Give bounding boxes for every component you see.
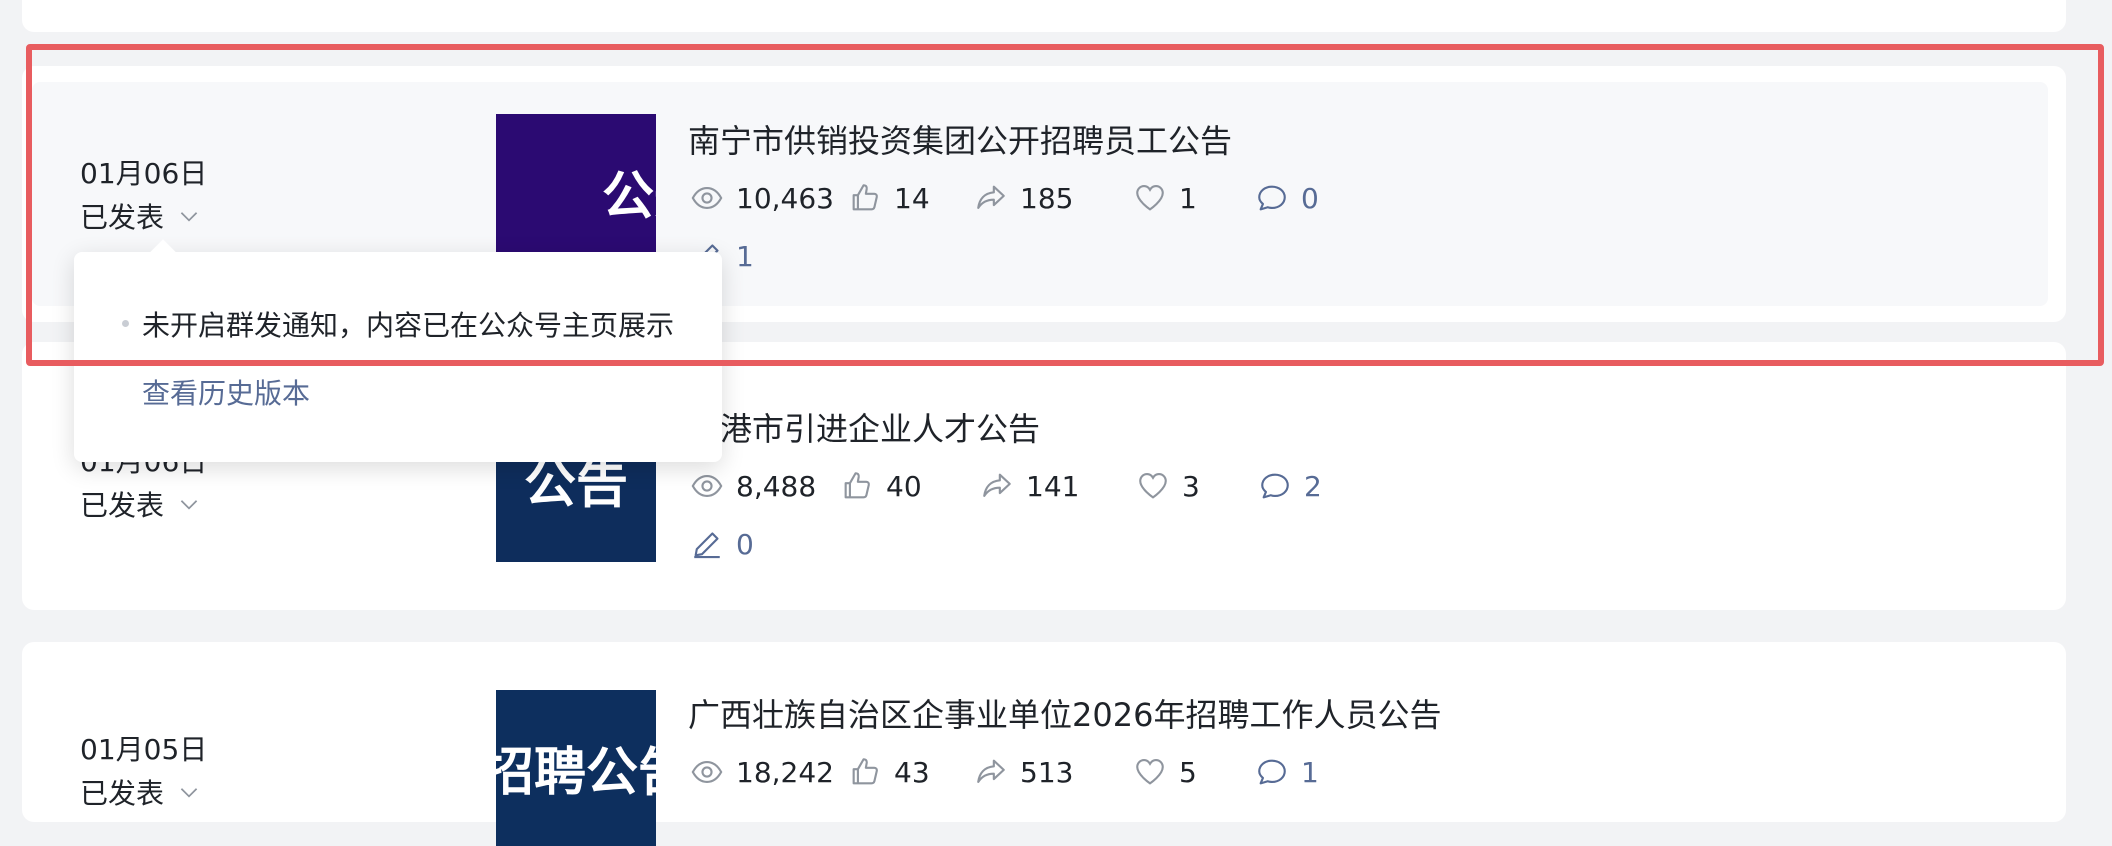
eye-icon	[691, 761, 723, 783]
comment-icon	[1261, 473, 1289, 499]
stat-views: 10,463	[690, 181, 848, 215]
share-icon	[977, 759, 1005, 783]
article-stats: 8,488 40 141 3 2	[690, 466, 1322, 506]
article-card-partial	[22, 0, 2066, 32]
status-label: 已发表	[80, 489, 165, 522]
likes-count: 40	[886, 469, 922, 503]
favorites-count: 5	[1179, 755, 1197, 789]
thumbnail-text: 招聘公告	[496, 742, 656, 803]
status-label: 已发表	[80, 201, 165, 234]
status-dropdown[interactable]: 已发表	[80, 772, 202, 812]
article-thumbnail[interactable]: 招聘公告	[496, 690, 656, 846]
notification-status-text: 未开启群发通知，内容已在公众号主页展示	[142, 309, 675, 342]
eye-icon	[691, 475, 723, 497]
shares-count: 513	[1020, 755, 1074, 789]
heart-icon	[1136, 759, 1164, 785]
heart-icon	[1139, 473, 1167, 499]
article-thumbnail[interactable]: 公开	[496, 114, 656, 270]
status-dropdown[interactable]: 已发表	[80, 196, 202, 236]
shares-count: 185	[1020, 181, 1074, 215]
stat-comments[interactable]: 2	[1258, 469, 1322, 503]
stat-likes: 40	[840, 469, 980, 503]
thumbs-up-icon	[852, 184, 878, 211]
status-dropdown[interactable]: 已发表	[80, 484, 202, 524]
pencil-icon	[694, 532, 720, 559]
stat-shares: 141	[980, 469, 1136, 503]
status-popover: 未开启群发通知，内容已在公众号主页展示 查看历史版本	[74, 239, 722, 462]
stat-comments[interactable]: 0	[1255, 181, 1319, 215]
article-title[interactable]: 南宁市供销投资集团公开招聘员工公告	[688, 116, 1232, 162]
favorites-count: 1	[1179, 181, 1197, 215]
comment-icon	[1258, 185, 1286, 211]
views-count: 18,242	[736, 755, 834, 789]
favorites-count: 3	[1182, 469, 1200, 503]
edits-count: 1	[736, 239, 754, 273]
stat-views: 8,488	[690, 469, 840, 503]
chevron-down-icon	[180, 212, 198, 222]
article-stats: 18,242 43 513 5 1	[690, 752, 1319, 792]
publish-date: 01月05日	[80, 733, 208, 766]
views-count: 8,488	[736, 469, 817, 503]
comments-count: 1	[1301, 755, 1319, 789]
thumbnail-text: 公开	[602, 166, 656, 227]
shares-count: 141	[1026, 469, 1080, 503]
views-count: 10,463	[736, 181, 834, 215]
bullet-dot	[122, 320, 129, 327]
stat-likes: 14	[848, 181, 974, 215]
thumbs-up-icon	[852, 758, 878, 785]
comments-count: 2	[1304, 469, 1322, 503]
likes-count: 43	[894, 755, 930, 789]
stat-edits[interactable]: 0	[690, 527, 754, 561]
stat-favorites: 5	[1133, 755, 1255, 789]
article-stats: 10,463 14 185 1 0	[690, 178, 1319, 218]
stat-shares: 185	[974, 181, 1133, 215]
share-icon	[977, 185, 1005, 209]
view-history-link[interactable]: 查看历史版本	[142, 372, 310, 412]
thumbs-up-icon	[844, 472, 870, 499]
publish-date: 01月06日	[80, 157, 208, 190]
heart-icon	[1136, 185, 1164, 211]
article-title[interactable]: 广西壮族自治区企事业单位2026年招聘工作人员公告	[688, 690, 1441, 736]
likes-count: 14	[894, 181, 930, 215]
article-title[interactable]: 贵港市引进企业人才公告	[688, 404, 1040, 450]
chevron-down-icon	[180, 500, 198, 510]
stat-likes: 43	[848, 755, 974, 789]
stat-favorites: 3	[1136, 469, 1258, 503]
stat-views: 18,242	[690, 755, 848, 789]
share-icon	[983, 473, 1011, 497]
status-label: 已发表	[80, 777, 165, 810]
chevron-down-icon	[180, 788, 198, 798]
comments-count: 0	[1301, 181, 1319, 215]
eye-icon	[691, 187, 723, 209]
edits-count: 0	[736, 527, 754, 561]
stat-shares: 513	[974, 755, 1133, 789]
article-edit-row: 0	[690, 524, 754, 564]
stat-comments[interactable]: 1	[1255, 755, 1319, 789]
comment-icon	[1258, 759, 1286, 785]
stat-favorites: 1	[1133, 181, 1255, 215]
